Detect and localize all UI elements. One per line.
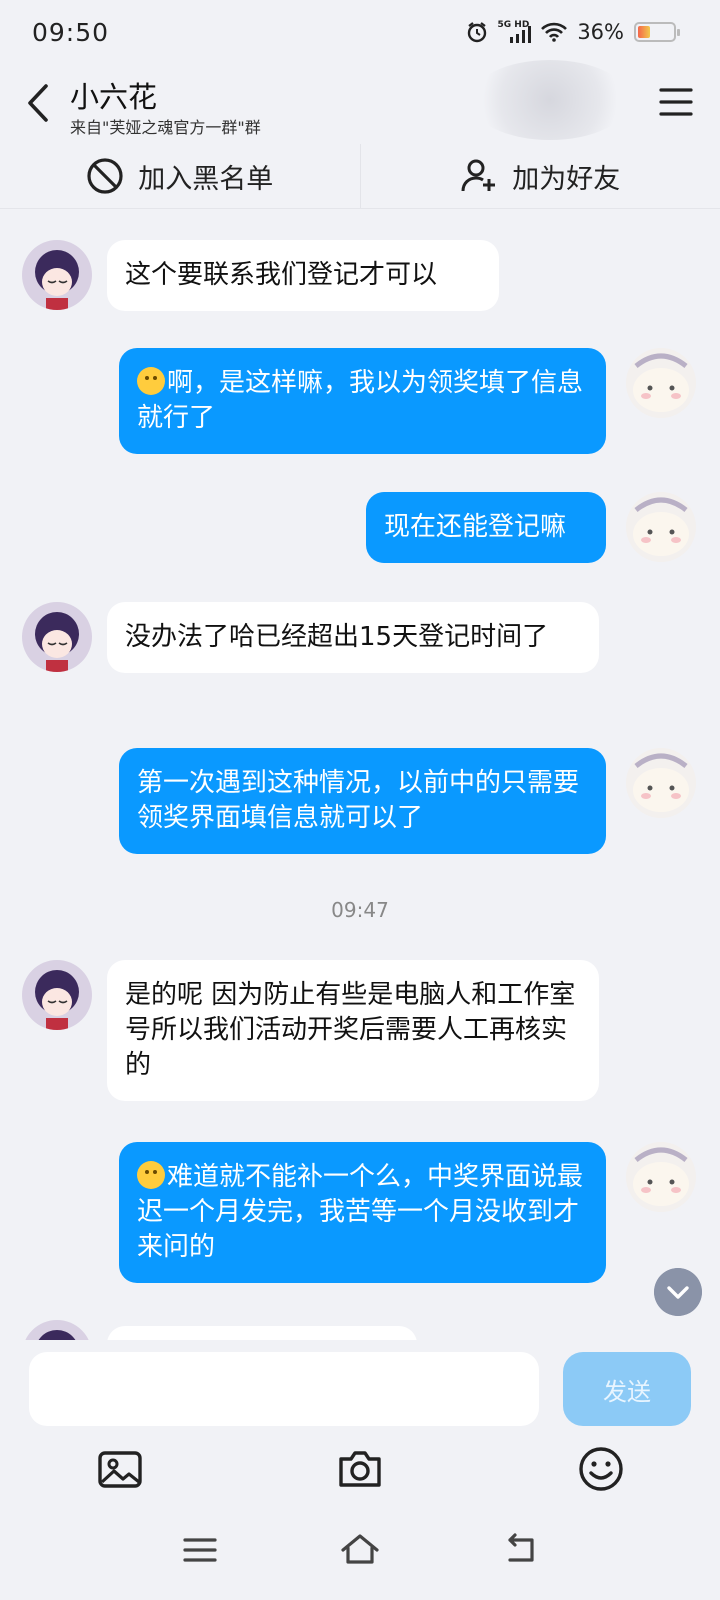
message-bubble[interactable]: 现在还能登记嘛: [366, 492, 606, 563]
status-bar: 09:50 5G HD 36%: [0, 0, 720, 66]
my-avatar[interactable]: [626, 348, 696, 418]
wifi-icon: [541, 22, 568, 42]
alarm-icon: [467, 22, 486, 43]
contact-avatar[interactable]: [22, 602, 92, 672]
message-bubble[interactable]: 第一次遇到这种情况，以前中的只需要领奖界面填信息就可以了: [119, 748, 606, 854]
message-text: 第一次遇到这种情况，以前中的只需要领奖界面填信息就可以了: [137, 768, 580, 833]
menu-button[interactable]: [658, 86, 694, 118]
chat-title: 小六花: [70, 80, 158, 114]
my-avatar[interactable]: [626, 492, 696, 562]
scroll-to-bottom-button[interactable]: [654, 1268, 702, 1316]
chat-subtitle: 来自"芙娅之魂官方一群"群: [70, 118, 261, 137]
home-icon[interactable]: [338, 1528, 382, 1572]
my-avatar[interactable]: [626, 748, 696, 818]
chat-header: 小六花 来自"芙娅之魂官方一群"群: [0, 60, 720, 142]
add-friend-button[interactable]: 加为好友: [361, 144, 720, 208]
contact-avatar[interactable]: [22, 240, 92, 310]
message-text: 难道就不能补一个么，中奖界面说最迟一个月发完，我苦等一个月没收到才来问的: [137, 1162, 584, 1262]
status-icons: 5G HD 36%: [466, 19, 680, 44]
message-text: 啊，是这样嘛，我以为领奖填了信息就行了: [137, 368, 584, 433]
battery-percent: 36%: [577, 20, 624, 44]
camera-icon[interactable]: [335, 1444, 385, 1494]
emoji-icon[interactable]: [576, 1444, 626, 1494]
timestamp-divider: 09:47: [331, 898, 389, 922]
recent-apps-icon[interactable]: [178, 1528, 222, 1572]
input-area: 发送: [0, 1340, 720, 1500]
network-label: 5G HD: [497, 19, 530, 30]
message-text: 这个要联系我们登记才可以: [125, 260, 438, 290]
message-list[interactable]: 这个要联系我们登记才可以 啊，是这样嘛，我以为领奖填了信息就行了 现在还能登记嘛…: [0, 210, 720, 1340]
message-bubble[interactable]: 难道就不能补一个么，中奖界面说最迟一个月发完，我苦等一个月没收到才来问的: [119, 1142, 606, 1283]
message-input[interactable]: [29, 1352, 539, 1426]
message-text: 没办法了哈已经超出15天登记时间了: [125, 622, 549, 652]
message-bubble[interactable]: 啊，是这样嘛，我以为领奖填了信息就行了: [119, 348, 606, 454]
add-user-icon: [461, 159, 496, 192]
back-nav-icon[interactable]: [498, 1528, 542, 1572]
add-friend-label: 加为好友: [512, 163, 621, 195]
action-bar: 加入黑名单 加为好友: [0, 144, 720, 209]
laughing-emoji-icon: [137, 367, 165, 395]
message-bubble[interactable]: 这个要联系我们登记才可以: [107, 240, 499, 311]
blacklist-label: 加入黑名单: [138, 163, 274, 195]
block-icon: [87, 158, 123, 194]
message-bubble[interactable]: 没办法了哈已经超出15天登记时间了: [107, 602, 599, 673]
message-text: 是的呢 因为防止有些是电脑人和工作室号所以我们活动开奖后需要人工再核实的: [125, 980, 576, 1080]
send-button[interactable]: 发送: [563, 1352, 691, 1426]
sad-emoji-icon: [137, 1161, 165, 1189]
blurred-profile-avatar: [470, 60, 630, 140]
battery-icon: [634, 22, 680, 42]
contact-avatar[interactable]: [22, 960, 92, 1030]
my-avatar[interactable]: [626, 1142, 696, 1212]
back-button[interactable]: [18, 78, 58, 128]
system-nav-bar: [0, 1510, 720, 1600]
message-text: 现在还能登记嘛: [384, 512, 567, 542]
status-time: 09:50: [32, 18, 110, 47]
message-bubble[interactable]: 是的呢 因为防止有些是电脑人和工作室号所以我们活动开奖后需要人工再核实的: [107, 960, 599, 1101]
image-picker-icon[interactable]: [95, 1444, 145, 1494]
contact-avatar[interactable]: [22, 1320, 92, 1340]
message-bubble-partial[interactable]: [107, 1326, 417, 1340]
blacklist-button[interactable]: 加入黑名单: [0, 144, 360, 208]
